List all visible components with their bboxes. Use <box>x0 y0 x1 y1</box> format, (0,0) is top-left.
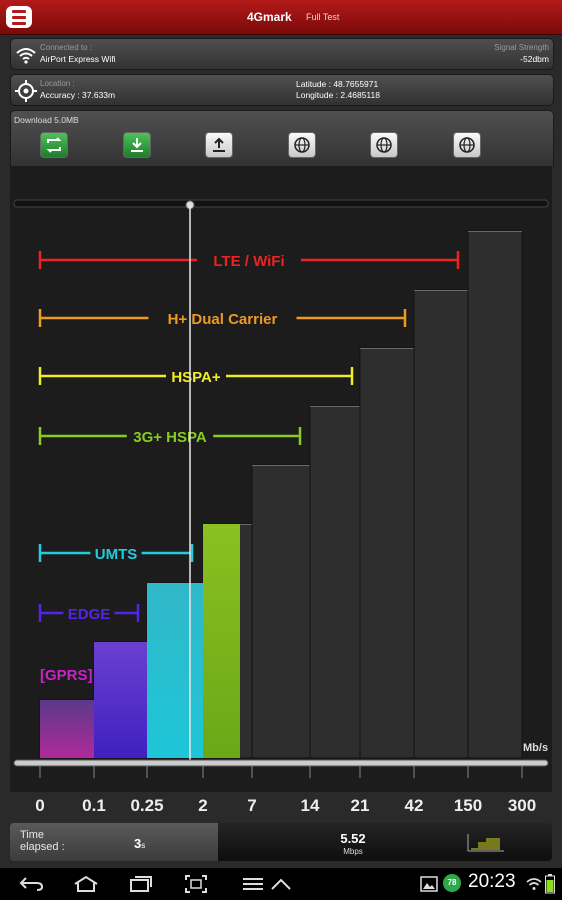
speed-step <box>359 347 415 759</box>
recent-apps-icon[interactable] <box>128 875 154 893</box>
speed-unit: Mbps <box>343 847 363 856</box>
time-elapsed-label: Time elapsed : <box>20 829 65 853</box>
axis-tick-label: 150 <box>453 796 483 815</box>
tech-range-lte-wifi: LTE / WiFi <box>38 251 460 270</box>
tech-label: LTE / WiFi <box>213 253 284 270</box>
tech-label: EDGE <box>68 606 111 623</box>
wifi-status-icon <box>526 878 542 890</box>
axis-tick-label: 42 <box>404 796 424 815</box>
speed-step <box>467 230 523 759</box>
time-elapsed-section: Time elapsed : 3s <box>10 823 218 861</box>
tech-range-3g-hspa: 3G+ HSPA <box>38 427 302 446</box>
speed-step <box>251 464 311 759</box>
menu-icon[interactable] <box>242 877 264 891</box>
system-nav-bar: 78 20:23 <box>0 868 562 900</box>
tech-range-edge: EDGE <box>38 604 140 623</box>
axis-tick-label: 7 <box>247 796 257 815</box>
tech-range-gprs: [GPRS] <box>40 667 93 684</box>
tech-label: HSPA+ <box>171 369 221 386</box>
notification-badge: 78 <box>443 874 461 892</box>
axis-tick-label: 0.1 <box>82 796 106 815</box>
speed-staircase-chart: [GPRS] EDGE UMTS 3G+ HSPA HSPA+ H+ Dual Carri… <box>13 199 549 778</box>
speed-step <box>309 405 361 759</box>
tech-label: H+ Dual Carrier <box>168 311 278 328</box>
progress-track <box>13 199 549 208</box>
tech-label: UMTS <box>95 546 138 563</box>
axis-tick-label: 14 <box>300 796 320 815</box>
tech-range-h-dual-carrier: H+ Dual Carrier <box>38 309 407 328</box>
battery-icon <box>545 874 555 894</box>
gallery-notification-icon <box>420 876 438 892</box>
axis-tick-label: 0 <box>35 796 45 815</box>
back-icon[interactable] <box>18 876 44 892</box>
tech-label: [GPRS] <box>40 667 93 684</box>
chevron-up-icon[interactable] <box>270 877 292 891</box>
status-clock: 20:23 <box>468 871 516 892</box>
tech-range-hspa-: HSPA+ <box>38 367 354 386</box>
axis-tick-label: 0.25 <box>130 796 164 815</box>
speed-axis-bar <box>13 759 549 767</box>
speed-value: 5.52 <box>340 831 366 846</box>
speed-step <box>413 289 469 759</box>
axis-unit-label: Mb/s <box>523 742 549 754</box>
axis-tick-label: 2 <box>198 796 208 815</box>
axis-tick-label: 21 <box>350 796 370 815</box>
home-icon[interactable] <box>72 875 100 893</box>
umts-bar <box>147 583 203 758</box>
speed-section: 5.52 Mbps <box>218 823 552 861</box>
tech-label: 3G+ HSPA <box>133 429 207 446</box>
stats-bar: Time elapsed : 3s 5.52 Mbps <box>10 823 552 861</box>
hspa-bar <box>203 524 240 758</box>
edge-bar <box>94 642 147 758</box>
screenshot-icon[interactable] <box>184 874 208 894</box>
gprs-bar <box>40 700 94 758</box>
speed-graph-thumbnail[interactable] <box>466 832 506 854</box>
time-elapsed-value: 3s <box>134 836 146 851</box>
axis-tick-label: 300 <box>507 796 537 815</box>
tech-range-umts: UMTS <box>38 544 194 563</box>
